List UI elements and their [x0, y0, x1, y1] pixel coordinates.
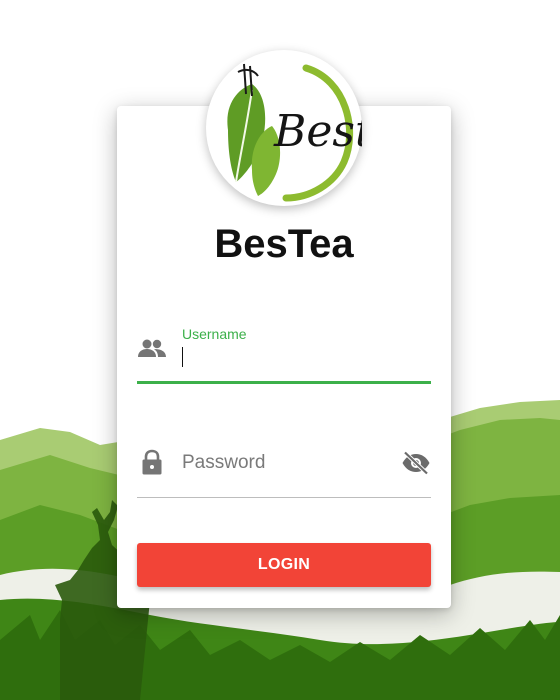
login-screen: Bestea BesTea Username LOGIN [0, 0, 560, 700]
password-underline [137, 497, 431, 498]
lock-icon [142, 449, 162, 475]
username-label: Username [182, 326, 247, 342]
login-button[interactable]: LOGIN [137, 543, 431, 587]
app-title: BesTea [214, 222, 354, 266]
bestea-logo: Bestea [206, 50, 362, 206]
username-field[interactable]: Username [137, 322, 431, 384]
username-input[interactable] [182, 346, 422, 372]
password-field[interactable] [137, 440, 431, 498]
tea-leaf-logo-icon: Bestea [227, 63, 362, 202]
text-caret [182, 347, 183, 367]
password-input[interactable] [182, 450, 392, 476]
eye-off-icon[interactable] [401, 450, 431, 476]
people-icon [138, 339, 166, 357]
svg-text:Bestea: Bestea [273, 106, 362, 157]
username-underline [137, 381, 431, 384]
